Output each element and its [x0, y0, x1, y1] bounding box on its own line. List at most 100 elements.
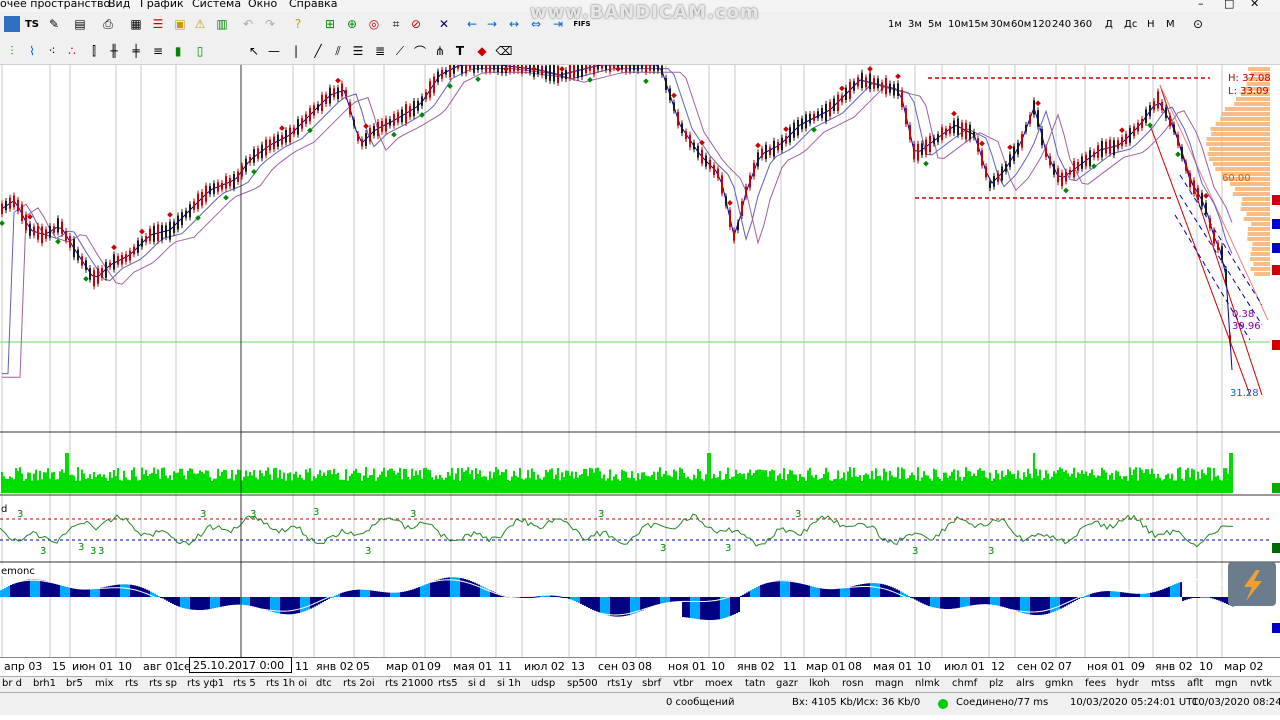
stop-icon[interactable]: ⊘: [408, 16, 424, 32]
ticker-tab[interactable]: mtss: [1151, 678, 1175, 689]
target-icon[interactable]: ◎: [366, 16, 382, 32]
crop-icon[interactable]: ⌗: [388, 16, 404, 32]
timeframe-day[interactable]: Д: [1105, 19, 1113, 30]
ticker-tab[interactable]: sp500: [567, 678, 598, 689]
ticker-tab[interactable]: gazr: [776, 678, 798, 689]
timeframe-month[interactable]: М: [1166, 19, 1175, 30]
timeframe-120[interactable]: 120: [1032, 19, 1051, 30]
price-chart[interactable]: 33 3 3 33 3 333 33 333 3 H: 37.08 L: 33.09 60.00…: [0, 65, 1280, 657]
minimize-icon[interactable]: –: [1198, 0, 1204, 10]
document-icon[interactable]: ▤: [72, 16, 88, 32]
table-icon[interactable]: ▦: [128, 16, 144, 32]
ticker-tab[interactable]: lkoh: [809, 678, 830, 689]
menu-system[interactable]: Система: [192, 0, 241, 10]
ticker-tab[interactable]: nvtk: [1250, 678, 1272, 689]
ticker-tab[interactable]: si d: [468, 678, 486, 689]
ticker-tab[interactable]: aflt: [1187, 678, 1203, 689]
timeframe-1m[interactable]: 1м: [888, 19, 902, 30]
ticker-tab[interactable]: br5: [66, 678, 83, 689]
menu-view[interactable]: Вид: [108, 0, 130, 10]
ticker-tab[interactable]: udsp: [531, 678, 555, 689]
timeframe-5m[interactable]: 5м: [928, 19, 942, 30]
chart-icon[interactable]: [4, 16, 20, 32]
fibo-icon[interactable]: ☰: [350, 43, 366, 59]
ts-icon[interactable]: TS: [24, 16, 40, 32]
pitchfork-icon[interactable]: ⋔: [432, 43, 448, 59]
menu-workspace[interactable]: очее пространство: [0, 0, 110, 10]
briefcase-icon[interactable]: ▣: [172, 16, 188, 32]
arrows-both-icon[interactable]: ↔: [506, 16, 522, 32]
close-icon[interactable]: ✕: [1250, 0, 1259, 10]
bars-icon[interactable]: ⫿: [86, 43, 102, 59]
timeframe-week[interactable]: Н: [1147, 19, 1155, 30]
ticker-tab[interactable]: rts уф1: [187, 678, 224, 689]
vline-icon[interactable]: |: [288, 43, 304, 59]
candles-icon[interactable]: ⫶: [4, 43, 20, 59]
ticker-tab[interactable]: nlmk: [915, 678, 940, 689]
add-indicator-icon[interactable]: ⊕: [344, 16, 360, 32]
clock-icon[interactable]: ⊙: [1190, 16, 1206, 32]
list-icon[interactable]: ☰: [150, 16, 166, 32]
ticker-tab[interactable]: rts 1h oi: [266, 678, 307, 689]
ticker-tab[interactable]: rts 5: [233, 678, 256, 689]
ticker-tab[interactable]: rts 2oi: [343, 678, 375, 689]
maximize-icon[interactable]: □: [1224, 0, 1234, 10]
trendline-icon[interactable]: ╱: [310, 43, 326, 59]
add-chart-icon[interactable]: ⊞: [322, 16, 338, 32]
channel-icon[interactable]: ⫽: [330, 43, 346, 59]
ticker-tab[interactable]: chmf: [952, 678, 977, 689]
arrow-left-icon[interactable]: ←: [464, 16, 480, 32]
ticker-tab[interactable]: alrs: [1016, 678, 1034, 689]
ticker-tab[interactable]: plz: [989, 678, 1003, 689]
eraser-icon[interactable]: ⌫: [496, 43, 513, 59]
timeframe-30m[interactable]: 30м: [990, 19, 1010, 30]
ticker-tab[interactable]: rts5: [438, 678, 458, 689]
ticker-tab[interactable]: rts: [125, 678, 138, 689]
fan-icon[interactable]: ⟋: [392, 43, 408, 59]
arcs-icon[interactable]: ⌒: [412, 43, 428, 59]
ticker-tab[interactable]: rts sp: [149, 678, 177, 689]
timeframe-3m[interactable]: 3м: [908, 19, 922, 30]
ticker-tab[interactable]: si 1h: [497, 678, 521, 689]
histogram-icon[interactable]: ▯: [192, 43, 208, 59]
ticker-tab[interactable]: hydr: [1116, 678, 1139, 689]
ticker-tab[interactable]: vtbr: [673, 678, 693, 689]
warning-icon[interactable]: ⚠: [192, 16, 208, 32]
timeframe-360[interactable]: 360: [1073, 19, 1092, 30]
volume-icon[interactable]: ▮: [170, 43, 186, 59]
hbars-icon[interactable]: ≡: [150, 43, 166, 59]
dots-chart-icon[interactable]: ⁖: [44, 43, 60, 59]
timeframe-15m[interactable]: 15м: [968, 19, 988, 30]
shapes-icon[interactable]: ◆: [474, 43, 490, 59]
fibo-levels-icon[interactable]: ≣: [372, 43, 388, 59]
cursor-icon[interactable]: ↖: [246, 43, 262, 59]
ticker-tab[interactable]: rosn: [842, 678, 864, 689]
close-x-icon[interactable]: ✕: [436, 16, 452, 32]
messages-count[interactable]: 0 сообщений: [666, 697, 735, 708]
redo-icon[interactable]: ↷: [262, 16, 278, 32]
line-chart-icon[interactable]: ⌇: [24, 43, 40, 59]
help-icon[interactable]: ?: [290, 16, 306, 32]
ticker-tab[interactable]: dtc: [316, 678, 332, 689]
print-icon[interactable]: ⎙: [100, 16, 116, 32]
ticker-tab[interactable]: sbrf: [642, 678, 661, 689]
timeframe-60m[interactable]: 60м: [1011, 19, 1031, 30]
pencil-icon[interactable]: ✎: [46, 16, 62, 32]
menu-help[interactable]: Справка: [289, 0, 337, 10]
hline-icon[interactable]: —: [266, 43, 282, 59]
ticker-tab[interactable]: magn: [875, 678, 904, 689]
ticker-tab[interactable]: tatn: [745, 678, 765, 689]
undo-icon[interactable]: ↶: [240, 16, 256, 32]
menu-window[interactable]: Окно: [248, 0, 277, 10]
ticker-tab[interactable]: rts1y: [607, 678, 633, 689]
ohlc-icon[interactable]: ╫: [106, 43, 122, 59]
ticker-tab[interactable]: mix: [95, 678, 113, 689]
timeframe-day-session[interactable]: Дс: [1124, 19, 1137, 30]
point-chart-icon[interactable]: ∴: [64, 43, 80, 59]
ticker-tab[interactable]: gmkn: [1045, 678, 1073, 689]
text-icon[interactable]: T: [452, 43, 468, 59]
ticker-tab[interactable]: brh1: [33, 678, 56, 689]
arrow-right-icon[interactable]: →: [484, 16, 500, 32]
cross-bars-icon[interactable]: ╪: [128, 43, 144, 59]
menu-chart[interactable]: График: [140, 0, 184, 10]
